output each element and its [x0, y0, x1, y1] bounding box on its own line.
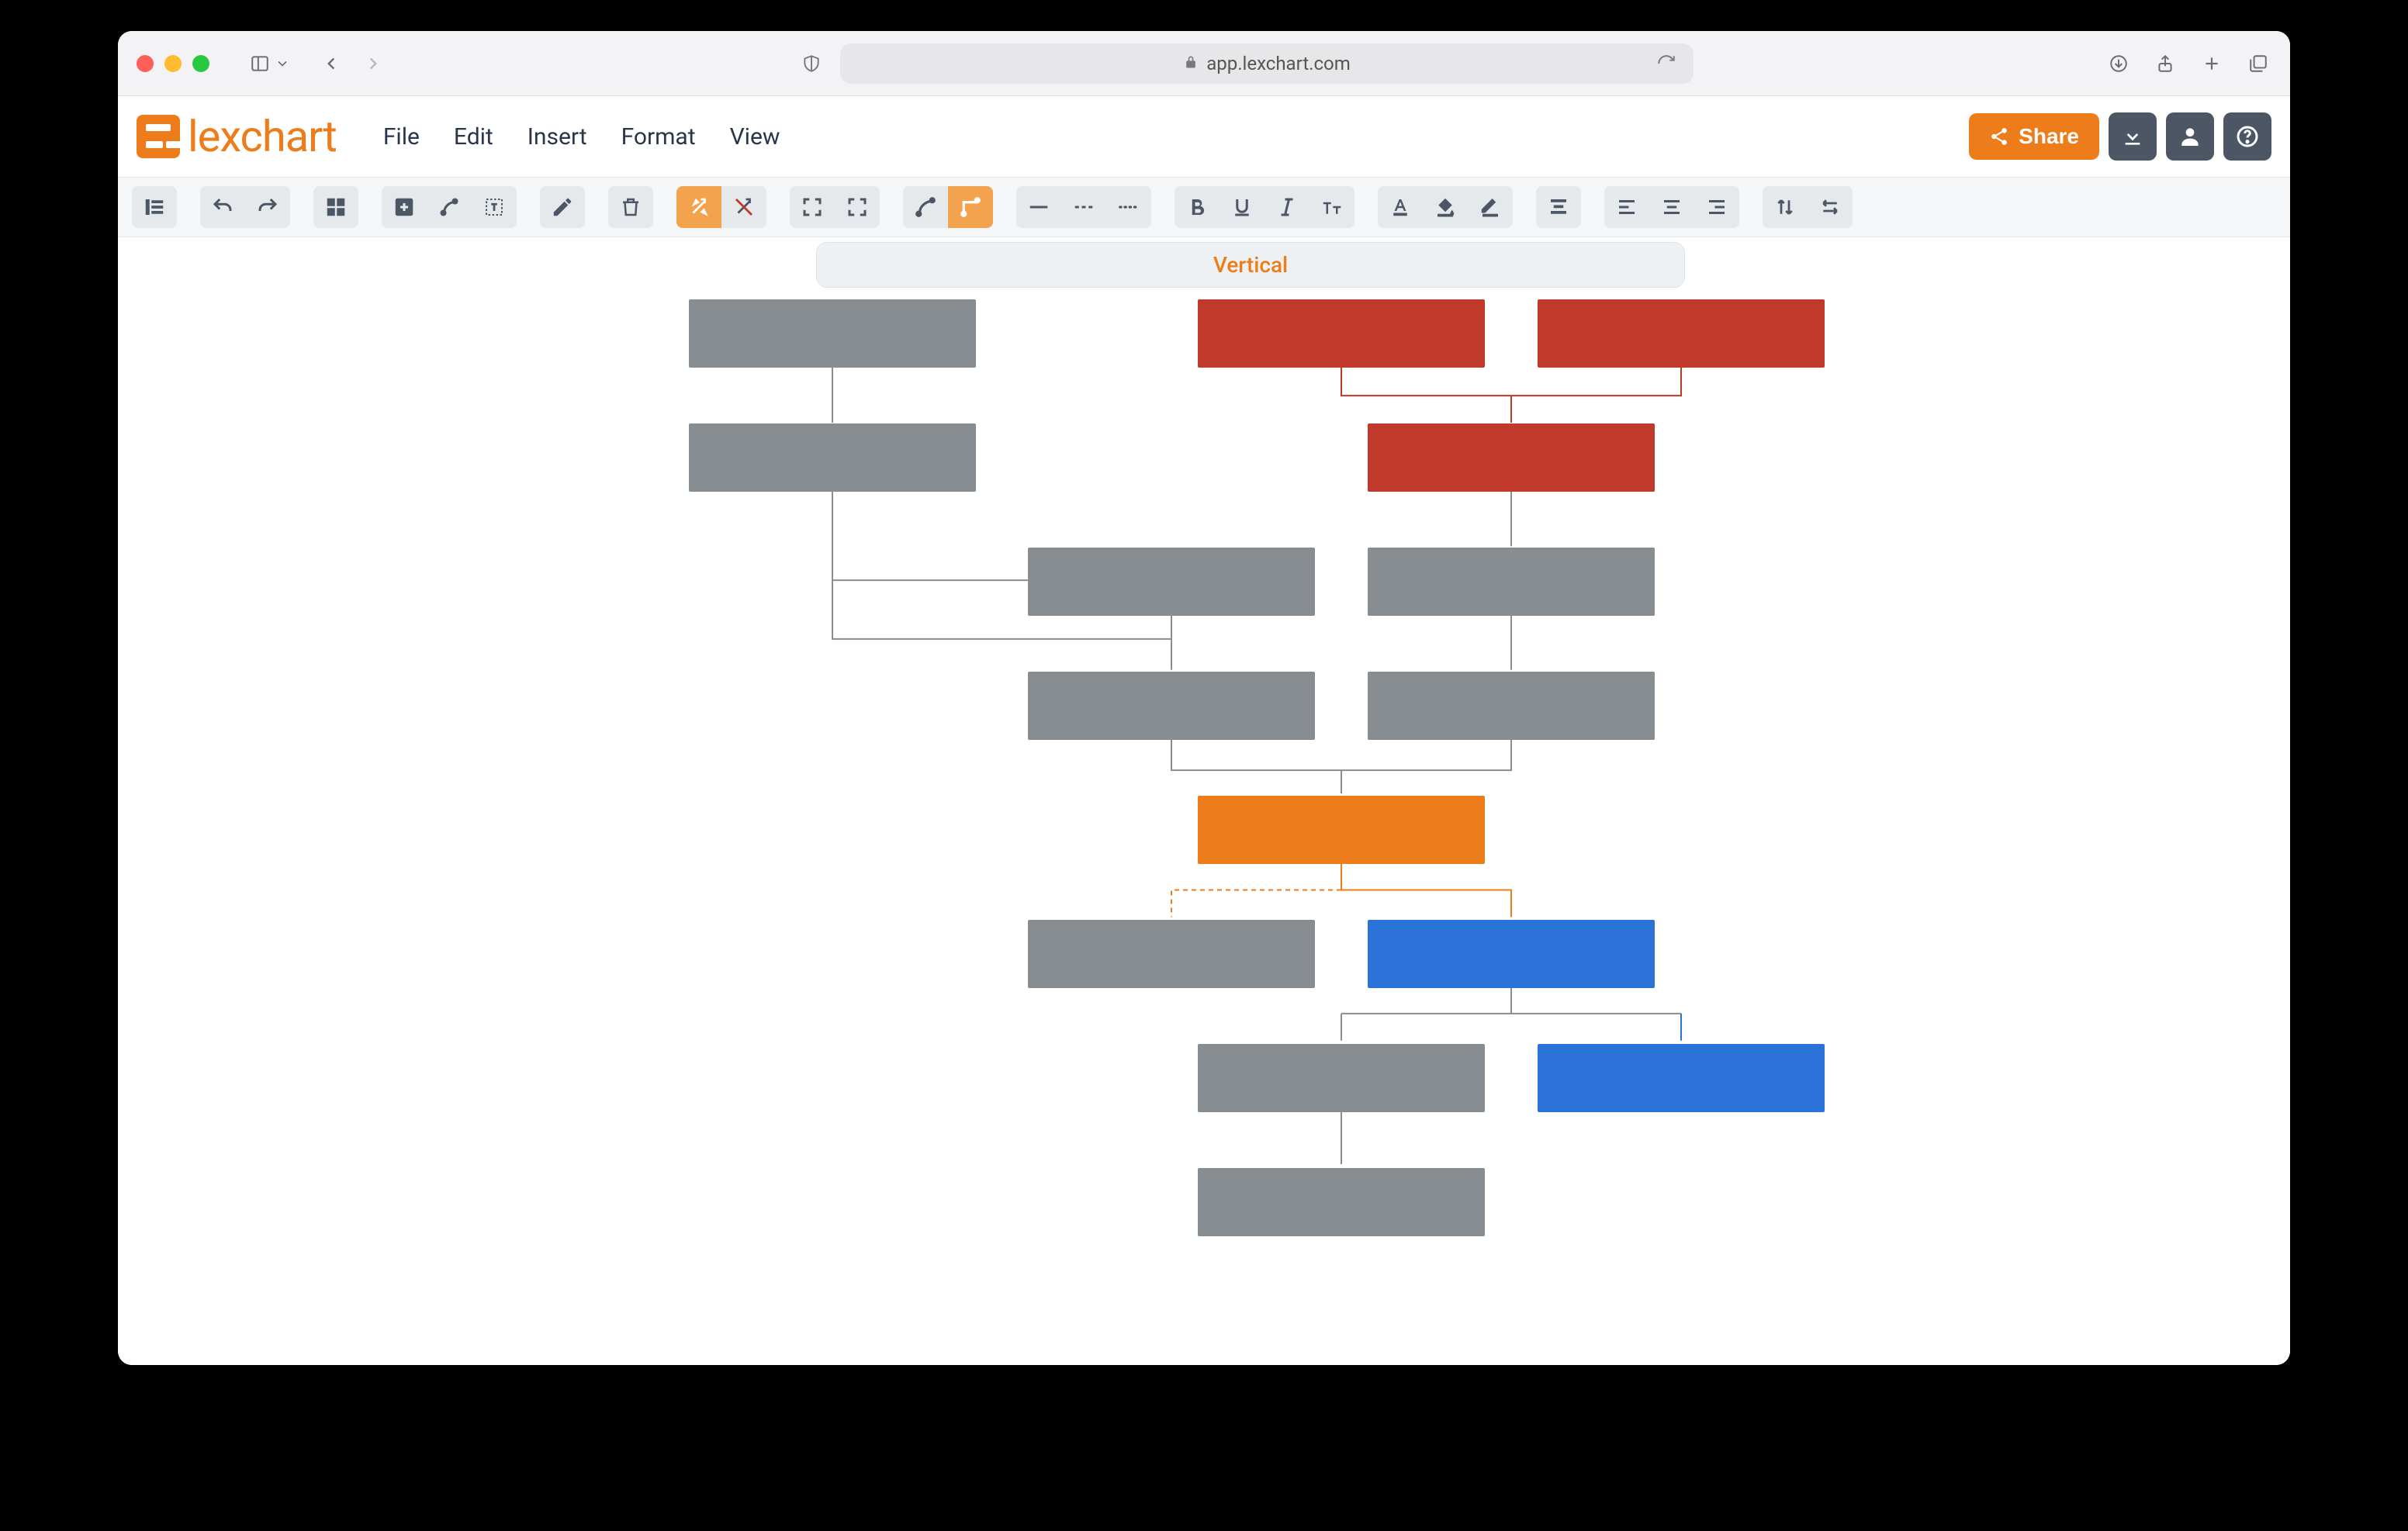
- privacy-shield-icon[interactable]: [798, 50, 825, 77]
- traffic-lights: [137, 55, 209, 72]
- downloads-icon[interactable]: [2105, 50, 2132, 77]
- zoom-fit-button[interactable]: [790, 186, 835, 228]
- maximize-window-button[interactable]: [192, 55, 209, 72]
- text-color-button[interactable]: [1378, 186, 1423, 228]
- align-left-button[interactable]: [1604, 186, 1649, 228]
- account-button[interactable]: [2166, 112, 2214, 161]
- text-size-button[interactable]: [1310, 186, 1354, 228]
- help-button[interactable]: [2223, 112, 2271, 161]
- connector-curved-button[interactable]: [903, 186, 948, 228]
- chart-node[interactable]: [1368, 423, 1655, 492]
- sidebar-toggle-icon[interactable]: [247, 50, 273, 77]
- menu-insert[interactable]: Insert: [528, 123, 587, 150]
- menu-file[interactable]: File: [383, 123, 420, 150]
- chart-node[interactable]: [1538, 299, 1825, 368]
- app-logo[interactable]: lexchart: [137, 111, 337, 162]
- chart-node[interactable]: [1198, 1168, 1485, 1236]
- auto-layout-off-button[interactable]: [721, 186, 766, 228]
- chart-node[interactable]: [1028, 548, 1315, 616]
- fill-color-button[interactable]: [1423, 186, 1468, 228]
- browser-window: app.lexchart.com lexchart: [118, 31, 2290, 1365]
- menu-edit[interactable]: Edit: [454, 123, 493, 150]
- tabs-overview-icon[interactable]: [2245, 50, 2271, 77]
- undo-button[interactable]: [200, 186, 245, 228]
- chart-node[interactable]: [1368, 548, 1655, 616]
- align-center-button[interactable]: [1649, 186, 1694, 228]
- chart-node[interactable]: [1368, 672, 1655, 740]
- url-text: app.lexchart.com: [1206, 53, 1351, 74]
- add-box-button[interactable]: [382, 186, 427, 228]
- share-label: Share: [2019, 124, 2079, 149]
- layout-vertical-button[interactable]: [1763, 186, 1808, 228]
- menu-format[interactable]: Format: [621, 123, 696, 150]
- add-connector-button[interactable]: [427, 186, 472, 228]
- line-dashed-button[interactable]: [1061, 186, 1106, 228]
- select-all-button[interactable]: [313, 186, 358, 228]
- share-button[interactable]: Share: [1969, 113, 2099, 160]
- minimize-window-button[interactable]: [164, 55, 182, 72]
- browser-chrome: app.lexchart.com: [118, 31, 2290, 96]
- forward-button[interactable]: [360, 50, 386, 77]
- chart-node[interactable]: [1198, 1044, 1485, 1112]
- back-button[interactable]: [318, 50, 344, 77]
- align-right-button[interactable]: [1694, 186, 1739, 228]
- chart-node[interactable]: [1028, 920, 1315, 988]
- close-window-button[interactable]: [137, 55, 154, 72]
- logo-icon: [137, 115, 180, 158]
- line-solid-button[interactable]: [1016, 186, 1061, 228]
- chart-node[interactable]: [689, 299, 976, 368]
- logo-text: lexchart: [188, 111, 337, 162]
- zoom-actual-button[interactable]: [835, 186, 880, 228]
- app-header: lexchart File Edit Insert Format View Sh…: [118, 96, 2290, 177]
- edit-pencil-button[interactable]: [540, 186, 585, 228]
- chart-node[interactable]: [1198, 299, 1485, 368]
- lock-icon: [1183, 53, 1199, 74]
- layout-horizontal-button[interactable]: [1808, 186, 1853, 228]
- outline-panel-button[interactable]: [132, 186, 177, 228]
- chart-node[interactable]: [1198, 796, 1485, 864]
- reload-icon[interactable]: [1653, 50, 1680, 77]
- italic-button[interactable]: [1265, 186, 1310, 228]
- main-menu: File Edit Insert Format View: [383, 123, 780, 150]
- menu-view[interactable]: View: [730, 123, 780, 150]
- underline-button[interactable]: [1220, 186, 1265, 228]
- new-tab-icon[interactable]: [2199, 50, 2225, 77]
- vertical-align-button[interactable]: [1536, 186, 1581, 228]
- chart-node[interactable]: [1028, 672, 1315, 740]
- download-button[interactable]: [2109, 112, 2157, 161]
- add-text-button[interactable]: [472, 186, 517, 228]
- auto-layout-button[interactable]: [676, 186, 721, 228]
- chart-node[interactable]: [689, 423, 976, 492]
- chevron-down-icon[interactable]: [275, 50, 290, 77]
- line-dotted-button[interactable]: [1106, 186, 1151, 228]
- delete-button[interactable]: [608, 186, 653, 228]
- canvas[interactable]: Vertical: [118, 237, 2290, 1365]
- address-bar[interactable]: app.lexchart.com: [840, 43, 1694, 84]
- chart-node[interactable]: [1368, 920, 1655, 988]
- bold-button[interactable]: [1175, 186, 1220, 228]
- share-network-icon: [1989, 126, 2009, 147]
- redo-button[interactable]: [245, 186, 290, 228]
- border-color-button[interactable]: [1468, 186, 1513, 228]
- connector-elbow-button[interactable]: [948, 186, 993, 228]
- share-icon[interactable]: [2152, 50, 2178, 77]
- chart-node[interactable]: [1538, 1044, 1825, 1112]
- toolbar: [118, 177, 2290, 237]
